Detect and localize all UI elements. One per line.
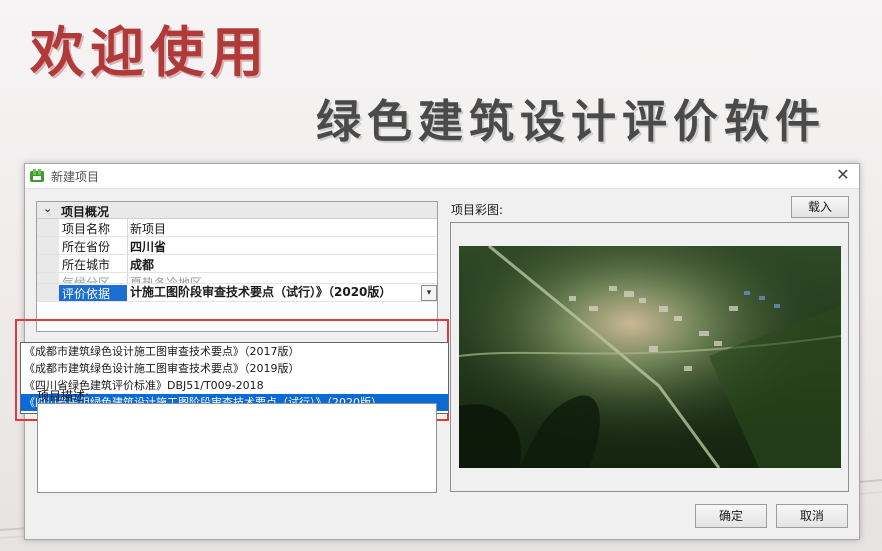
divider <box>127 273 128 283</box>
cancel-button[interactable]: 取消 <box>776 504 848 528</box>
group-label: 项目概况 <box>61 205 110 219</box>
dialog-title: 新建项目 <box>51 170 100 184</box>
row-climate-zone[interactable]: 气候分区 夏热冬冷地区 <box>37 273 437 284</box>
app-logo-icon <box>30 169 44 182</box>
dialog-titlebar[interactable]: 新建项目 ✕ <box>25 164 859 189</box>
row-gutter <box>37 273 59 283</box>
row-gutter <box>37 255 59 272</box>
city-value[interactable]: 成都 <box>130 256 154 272</box>
ok-button[interactable]: 确定 <box>695 504 767 528</box>
evaluation-basis-combo[interactable]: 计施工图阶段审查技术要点（试行）》（2020版） <box>130 284 422 301</box>
image-frame <box>450 222 849 492</box>
row-gutter <box>37 284 59 301</box>
property-name: 项目名称 <box>62 222 111 236</box>
divider <box>127 219 128 236</box>
load-button[interactable]: 载入 <box>791 196 849 218</box>
dropdown-option[interactable]: 《成都市建筑绿色设计施工图审查技术要点》（2017版） <box>21 343 448 360</box>
chevron-down-icon[interactable]: ▾ <box>421 285 437 301</box>
row-gutter <box>37 237 59 254</box>
description-textarea[interactable] <box>37 403 437 493</box>
property-name: 所在城市 <box>62 258 111 272</box>
divider <box>127 237 128 254</box>
project-image <box>459 246 841 468</box>
new-project-dialog: 新建项目 ✕ ⌄ 项目概况 项目名称 新项目 所在省份 四川省 所在城市 成都 <box>15 163 860 540</box>
chevron-down-icon[interactable]: ⌄ <box>43 202 52 215</box>
splash-subtitle: 绿色建筑设计评价软件 <box>316 95 827 148</box>
group-header[interactable]: ⌄ 项目概况 <box>37 202 437 219</box>
property-grid: ⌄ 项目概况 项目名称 新项目 所在省份 四川省 所在城市 成都 气候分区 夏热… <box>15 201 449 421</box>
image-label: 项目彩图: <box>451 203 504 217</box>
project-name-value[interactable]: 新项目 <box>130 220 166 236</box>
property-name: 评价依据 <box>59 285 127 301</box>
property-name: 气候分区 <box>62 276 111 284</box>
row-project-name[interactable]: 项目名称 新项目 <box>37 219 437 237</box>
property-name: 所在省份 <box>62 240 111 254</box>
row-province[interactable]: 所在省份 四川省 <box>37 237 437 255</box>
divider <box>127 255 128 272</box>
close-icon[interactable]: ✕ <box>833 165 853 185</box>
row-evaluation-basis[interactable]: 评价依据 计施工图阶段审查技术要点（试行）》（2020版） ▾ <box>37 284 437 302</box>
climate-zone-value[interactable]: 夏热冬冷地区 <box>130 274 202 283</box>
row-gutter <box>37 219 59 236</box>
splash-title: 欢迎使用 <box>30 21 270 84</box>
dropdown-option[interactable]: 《成都市建筑绿色设计施工图审查技术要点》（2019版） <box>21 360 448 377</box>
province-value[interactable]: 四川省 <box>130 238 166 254</box>
description-label: 项目描述: <box>37 389 90 403</box>
row-city[interactable]: 所在城市 成都 <box>37 255 437 273</box>
